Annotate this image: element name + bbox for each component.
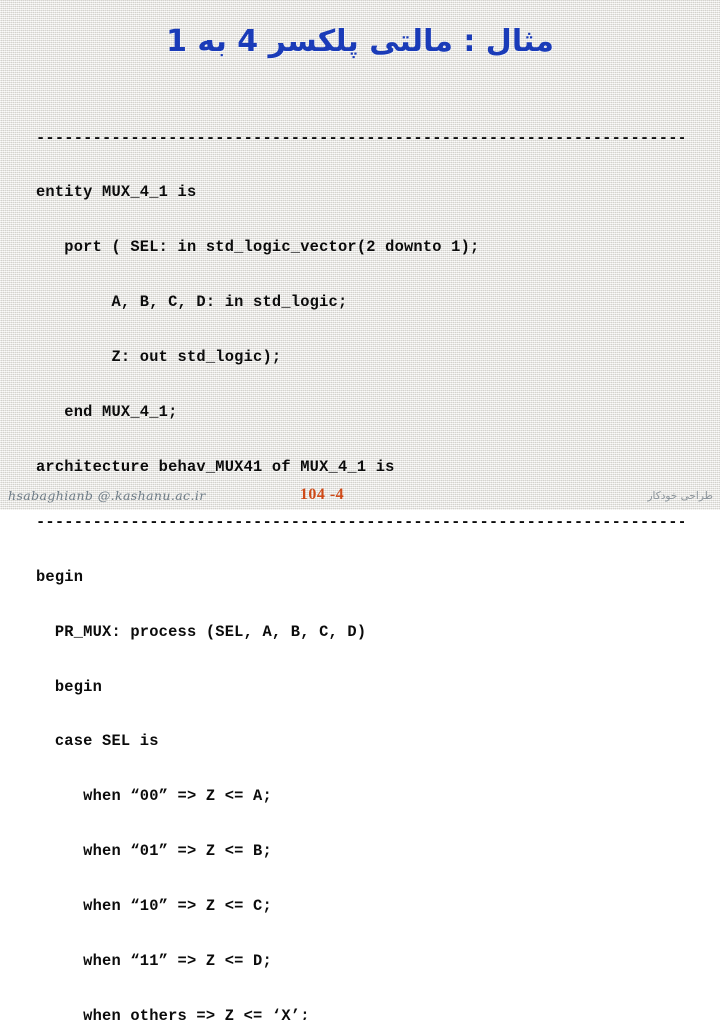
page-title: مثال : مالتی پلکسر 4 به 1: [166, 24, 554, 59]
code-line: case SEL is: [36, 732, 159, 751]
code-line: Z: out std_logic);: [36, 348, 282, 367]
code-line: begin: [36, 567, 84, 586]
code-block: ----------------------------------------…: [36, 92, 684, 1020]
footer-note: طراحی خودکار: [647, 490, 713, 502]
code-line: entity MUX_4_1 is: [36, 183, 197, 202]
code-separator-top: ----------------------------------------…: [36, 128, 684, 147]
code-line: when others => Z <= ‘X’;: [36, 1006, 310, 1020]
code-line: when “11” => Z <= D;: [36, 951, 272, 970]
code-line: end MUX_4_1;: [36, 403, 178, 422]
code-line: when “00” => Z <= A;: [36, 787, 272, 806]
code-line: port ( SEL: in std_logic_vector(2 downto…: [36, 238, 480, 257]
code-line: PR_MUX: process (SEL, A, B, C, D): [36, 622, 367, 641]
code-line: when “01” => Z <= B;: [36, 842, 272, 861]
code-line: begin: [36, 677, 103, 696]
code-line: when “10” => Z <= C;: [36, 897, 272, 916]
code-separator-middle: ----------------------------------------…: [36, 512, 684, 531]
slide-canvas: مثال : مالتی پلکسر 4 به 1 --------------…: [0, 0, 720, 1020]
footer-page-number: 104 -4: [299, 486, 345, 503]
code-line: architecture behav_MUX41 of MUX_4_1 is: [36, 457, 395, 476]
code-line: A, B, C, D: in std_logic;: [36, 293, 348, 312]
